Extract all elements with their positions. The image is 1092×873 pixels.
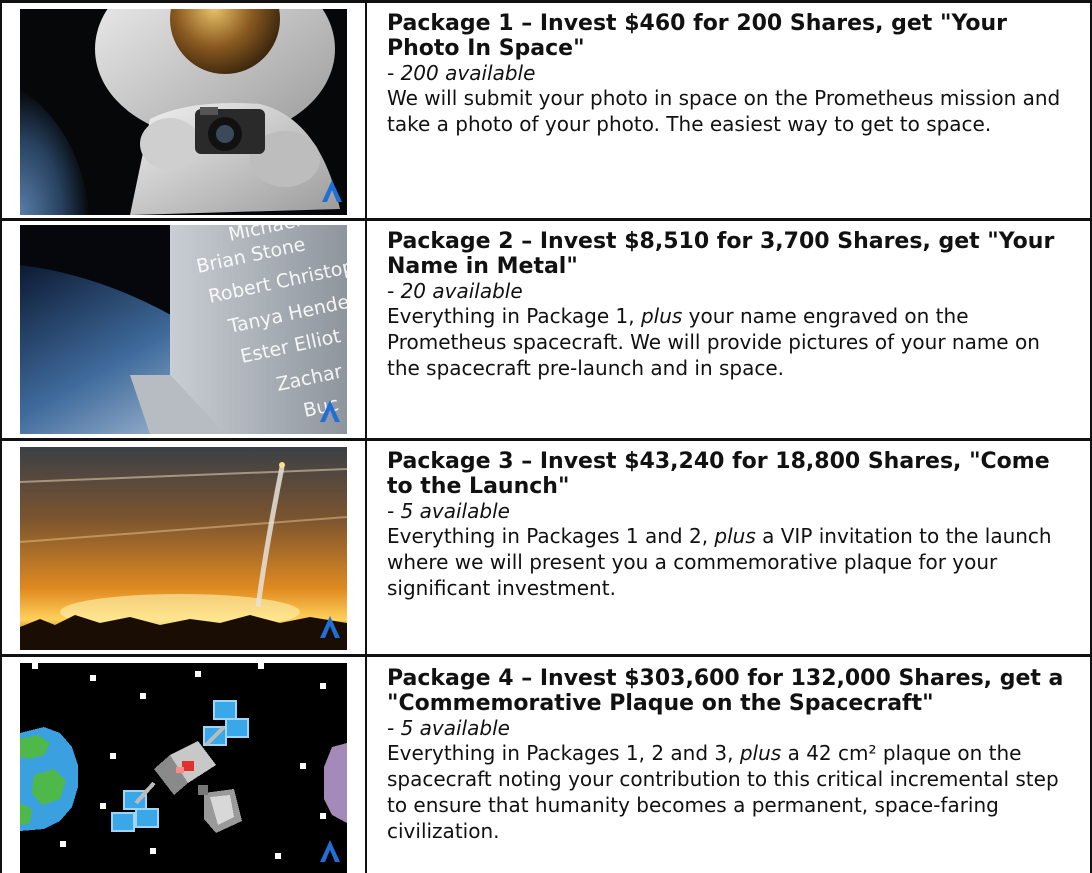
row-divider (0, 218, 1092, 221)
package-3-availability: - 5 available (387, 499, 510, 523)
packages-table: Package 1 – Invest $460 for 200 Shares, … (0, 0, 1092, 873)
package-3-desc-plus: plus (714, 524, 756, 548)
package-3-desc-text: Everything in Packages 1 and 2, (387, 524, 715, 548)
package-4-desc-text: Everything in Packages 1, 2 and 3, (387, 741, 740, 765)
table-border-left (0, 0, 2, 873)
package-2-desc-plus: plus (640, 304, 683, 328)
package-1-details: Package 1 – Invest $460 for 200 Shares, … (387, 11, 1077, 137)
package-2-image-name-plate: Michael Slater-Lon Brian Stone Robert Ch… (20, 225, 347, 434)
package-4-details: Package 4 – Invest $303,600 for 132,000 … (387, 666, 1077, 844)
row-divider (0, 0, 1092, 3)
package-2-availability: - 20 available (387, 279, 523, 303)
package-2-title: Package 2 – Invest $8,510 for 3,700 Shar… (387, 229, 1055, 279)
package-4-image-pixel-satellite (20, 663, 347, 873)
package-4-title: Package 4 – Invest $303,600 for 132,000 … (387, 666, 1064, 716)
above-logo-icon (320, 840, 340, 862)
column-divider (365, 0, 367, 873)
package-1-availability: - 200 available (387, 61, 536, 85)
package-1-desc-text: We will submit your photo in space on th… (387, 86, 1061, 136)
above-logo-icon (320, 400, 340, 422)
above-logo-icon (320, 616, 340, 638)
row-divider (0, 654, 1092, 657)
package-4-availability: - 5 available (387, 716, 510, 740)
package-2-details: Package 2 – Invest $8,510 for 3,700 Shar… (387, 229, 1077, 381)
package-2-description: Everything in Package 1, plus your name … (387, 303, 1077, 381)
package-4-desc-plus: plus (739, 741, 782, 765)
package-2-desc-text: Everything in Package 1, (387, 304, 641, 328)
package-3-description: Everything in Packages 1 and 2, plus a V… (387, 523, 1077, 601)
package-4-description: Everything in Packages 1, 2 and 3, plus … (387, 740, 1077, 844)
row-divider (0, 438, 1092, 441)
package-3-details: Package 3 – Invest $43,240 for 18,800 Sh… (387, 449, 1077, 601)
package-1-title: Package 1 – Invest $460 for 200 Shares, … (387, 11, 1007, 61)
package-1-image-astronaut (20, 9, 347, 215)
package-3-title: Package 3 – Invest $43,240 for 18,800 Sh… (387, 449, 1050, 499)
above-logo-icon (322, 180, 342, 202)
package-3-image-launch (20, 447, 347, 650)
package-1-description: We will submit your photo in space on th… (387, 85, 1077, 137)
